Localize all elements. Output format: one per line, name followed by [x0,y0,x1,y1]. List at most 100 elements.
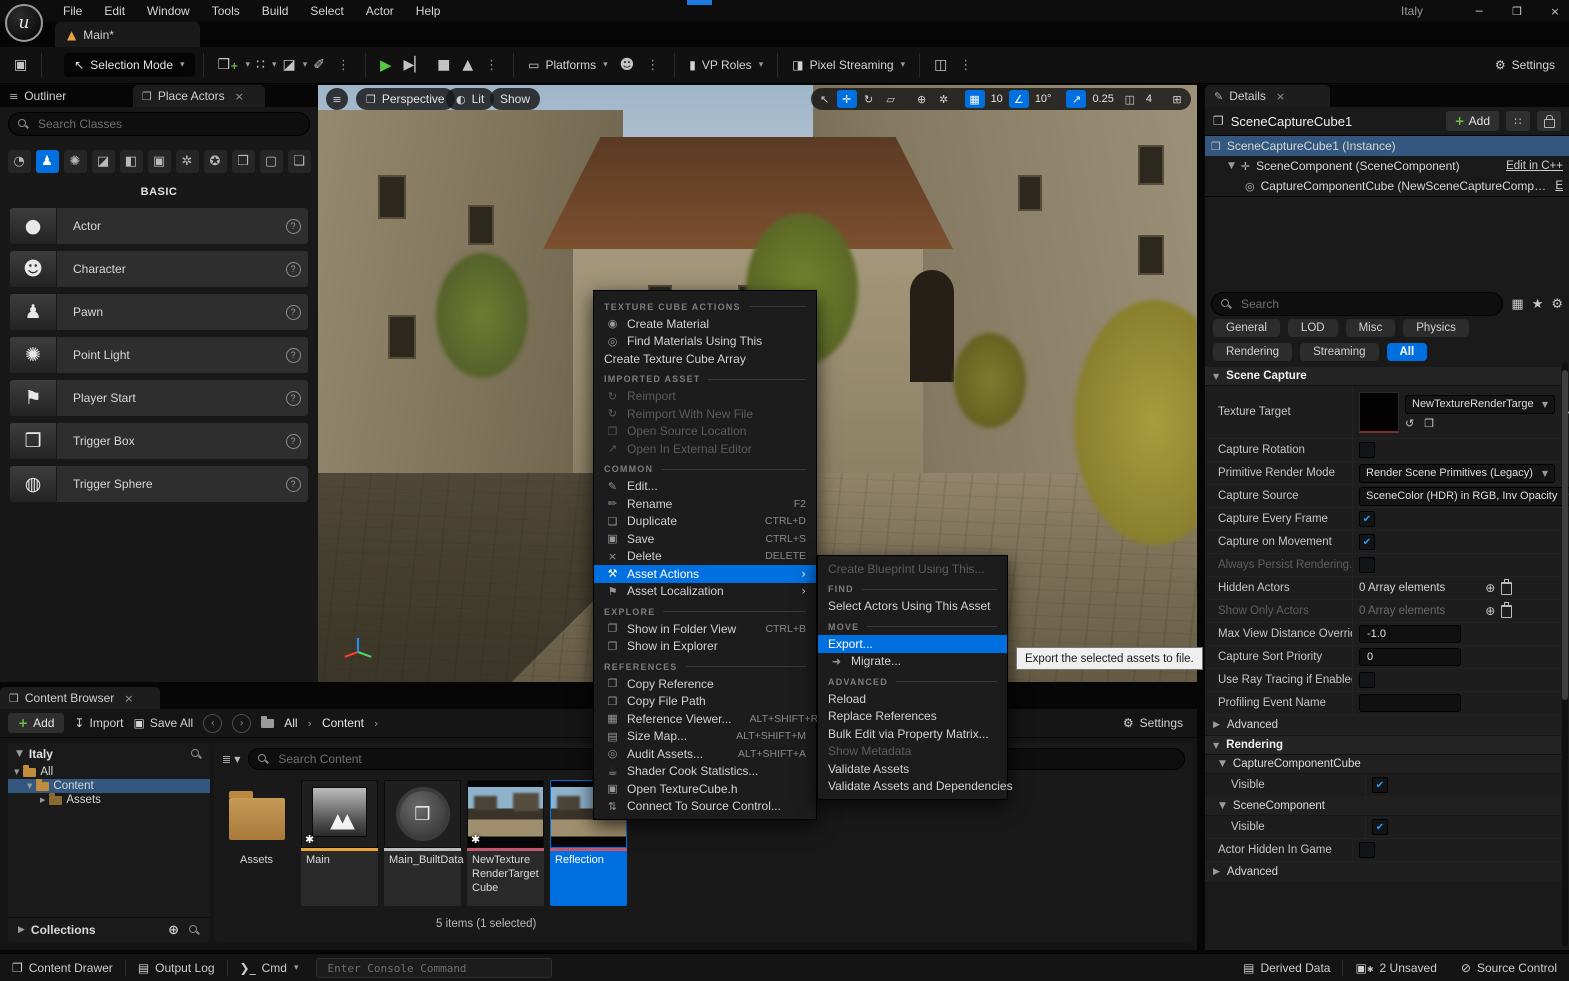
dropdown-capture-source[interactable]: SceneColor (HDR) in RGB, Inv Opacity▼ [1359,487,1569,506]
scale-tool-icon[interactable]: ▱ [881,90,901,108]
tab-outliner[interactable]: ≡ Outliner [0,85,130,107]
asset-newtexture-rendertarget-cube[interactable]: ✱NewTexture RenderTarget Cube [467,780,544,906]
menu-item-show-in-folder-view[interactable]: ❐Show in Folder ViewCTRL+B [594,620,816,638]
section-rendering[interactable]: ▼Rendering [1205,736,1561,755]
tab-details[interactable]: ✎ Details × [1205,85,1330,107]
place-actor-trigger-sphere[interactable]: ◍Trigger Sphere? [10,466,308,502]
place-actor-pawn[interactable]: ♟Pawn? [10,294,308,330]
capture-tool-icon[interactable]: ◫ [928,57,953,73]
menu-item-export[interactable]: Export... [818,635,1007,653]
menu-item-delete[interactable]: ×DeleteDELETE [594,548,816,566]
asset-main[interactable]: ▲▲✱Main [301,780,378,906]
angle-snap-icon[interactable]: ∠ [1009,90,1029,108]
folder-assets[interactable]: ▶Assets [8,793,210,807]
menu-item-duplicate[interactable]: ❏DuplicateCTRL+D [594,513,816,531]
add-element-icon[interactable]: ⊕ [1485,581,1495,595]
checkbox-actor-hidden-in-game[interactable]: ✔ [1359,842,1375,858]
chevron-down-icon[interactable]: ▼ [1228,161,1235,171]
menu-item-asset-localization[interactable]: ⚑Asset Localization› [594,583,816,601]
cb-settings-button[interactable]: ⚙ Settings [1123,716,1183,730]
blueprint-convert-button[interactable]: ∷ [1506,111,1530,131]
category-cinematic-icon[interactable]: ◪ [92,150,115,173]
close-button[interactable]: × [1547,5,1563,18]
cb-import-button[interactable]: ↧ Import [74,716,123,730]
play-button[interactable]: ▶ [374,56,398,74]
scale-snap-value[interactable]: 0.25 [1088,93,1117,105]
viewport-options-button[interactable]: ≡ [326,88,348,110]
help-icon[interactable]: ? [286,391,301,406]
menu-item-create-material[interactable]: ◉Create Material [594,315,816,333]
maximize-button[interactable]: ❒ [1509,5,1525,18]
chevron-down-icon[interactable]: ▼ [27,782,32,790]
component-capturecomponentcube-newscenecapturecomponentcube[interactable]: ◎CaptureComponentCube (NewSceneCaptureCo… [1205,176,1569,196]
component-scenecomponent-scenecomponent[interactable]: ▼✛SceneComponent (SceneComponent)Edit in… [1205,156,1569,176]
settings-button[interactable]: ⚙ Settings [1495,58,1555,72]
search-classes-input[interactable] [36,116,300,132]
menu-edit[interactable]: Edit [93,1,136,21]
platforms-dropdown[interactable]: ▭ Platforms ▾ [522,58,614,72]
filter-tab-misc[interactable]: Misc [1346,319,1396,337]
perspective-dropdown[interactable]: ❒ Perspective [356,88,455,110]
stop-button[interactable]: ■ [431,57,456,73]
menu-item-validate-assets[interactable]: Validate Assets [818,760,1007,778]
use-selected-icon[interactable]: ↺ [1405,417,1414,430]
menu-item-reference-viewer[interactable]: ▦Reference Viewer...ALT+SHIFT+R [594,710,816,728]
help-icon[interactable]: ? [286,477,301,492]
unreal-logo-icon[interactable]: u [5,4,43,42]
menu-item-copy-reference[interactable]: ❐Copy Reference [594,675,816,693]
details-scrollbar[interactable] [1562,362,1568,946]
delete-elements-icon[interactable] [1501,582,1512,595]
close-tab-icon[interactable]: × [1276,90,1285,103]
category-misc-icon[interactable]: ❒ [232,150,255,173]
eject-button[interactable]: ▲ [456,57,479,73]
cinematics-button[interactable]: ◪ ▾ [276,57,307,73]
menu-item-migrate[interactable]: ➜Migrate... [818,653,1007,671]
select-tool-icon[interactable]: ↖ [815,90,835,108]
menu-select[interactable]: Select [299,1,354,21]
filter-tab-all[interactable]: All [1387,343,1428,361]
view-mode-dropdown[interactable]: ◐ Lit [446,88,494,110]
breadcrumb-root[interactable]: All [284,716,297,730]
multi-user-icon[interactable]: ☻ [614,57,641,73]
menu-tools[interactable]: Tools [201,1,251,21]
menu-item-replace-references[interactable]: Replace References [818,708,1007,726]
toolbar-overflow-icon[interactable]: ⋮ [331,58,357,73]
category-media-icon[interactable]: ✪ [204,150,227,173]
help-icon[interactable]: ? [286,305,301,320]
menu-actor[interactable]: Actor [355,1,405,21]
cmd-dropdown[interactable]: ❯_ Cmd ▾ [228,954,311,981]
tab-main-level[interactable]: ▲ Main* [55,22,200,47]
favorites-icon[interactable]: ★ [1532,297,1544,312]
delete-elements-icon[interactable] [1501,605,1512,618]
transform-gizmo[interactable] [344,637,374,667]
camera-speed-value[interactable]: 4 [1142,93,1156,105]
filter-tab-lod[interactable]: LOD [1288,319,1338,337]
search-icon[interactable] [189,925,200,936]
menu-file[interactable]: File [52,1,93,21]
unsaved-button[interactable]: ▣✱ 2 Unsaved [1343,954,1448,981]
menu-item-validate-assets-and-dependencies[interactable]: Validate Assets and Dependencies [818,778,1007,796]
place-actor-point-light[interactable]: ✺Point Light? [10,337,308,373]
asset-assets[interactable]: Assets [218,780,295,866]
field-profiling-event-name[interactable] [1359,694,1461,712]
console-command-input[interactable] [325,961,543,976]
chevron-down-icon[interactable]: ▼ [14,768,19,776]
category-lights-icon[interactable]: ✺ [64,150,87,173]
collapsed-advanced[interactable]: ▶Advanced [1205,862,1561,883]
folder-content[interactable]: ▼Content [8,779,210,793]
minimize-button[interactable]: ─ [1471,5,1487,18]
cb-save-all-button[interactable]: ▣ Save All [134,716,194,730]
play-options-icon[interactable]: ⋮ [479,58,505,73]
lock-details-button[interactable] [1537,111,1561,131]
capture-options-icon[interactable]: ⋮ [953,58,979,73]
checkbox-capture-rotation[interactable]: ✔ [1359,442,1375,458]
source-control-button[interactable]: ⊘ Source Control [1449,954,1569,981]
collections-bar[interactable]: ▶ Collections ⊕ [8,917,210,942]
filter-tab-rendering[interactable]: Rendering [1213,343,1292,361]
category-visual-icon[interactable]: ▣ [148,150,171,173]
menu-item-reload[interactable]: Reload [818,690,1007,708]
close-tab-icon[interactable]: × [124,692,133,705]
add-component-button[interactable]: + Add [1446,111,1499,131]
place-actor-character[interactable]: ☻Character? [10,251,308,287]
menu-item-open-texturecube-h[interactable]: ▣Open TextureCube.h [594,780,816,798]
